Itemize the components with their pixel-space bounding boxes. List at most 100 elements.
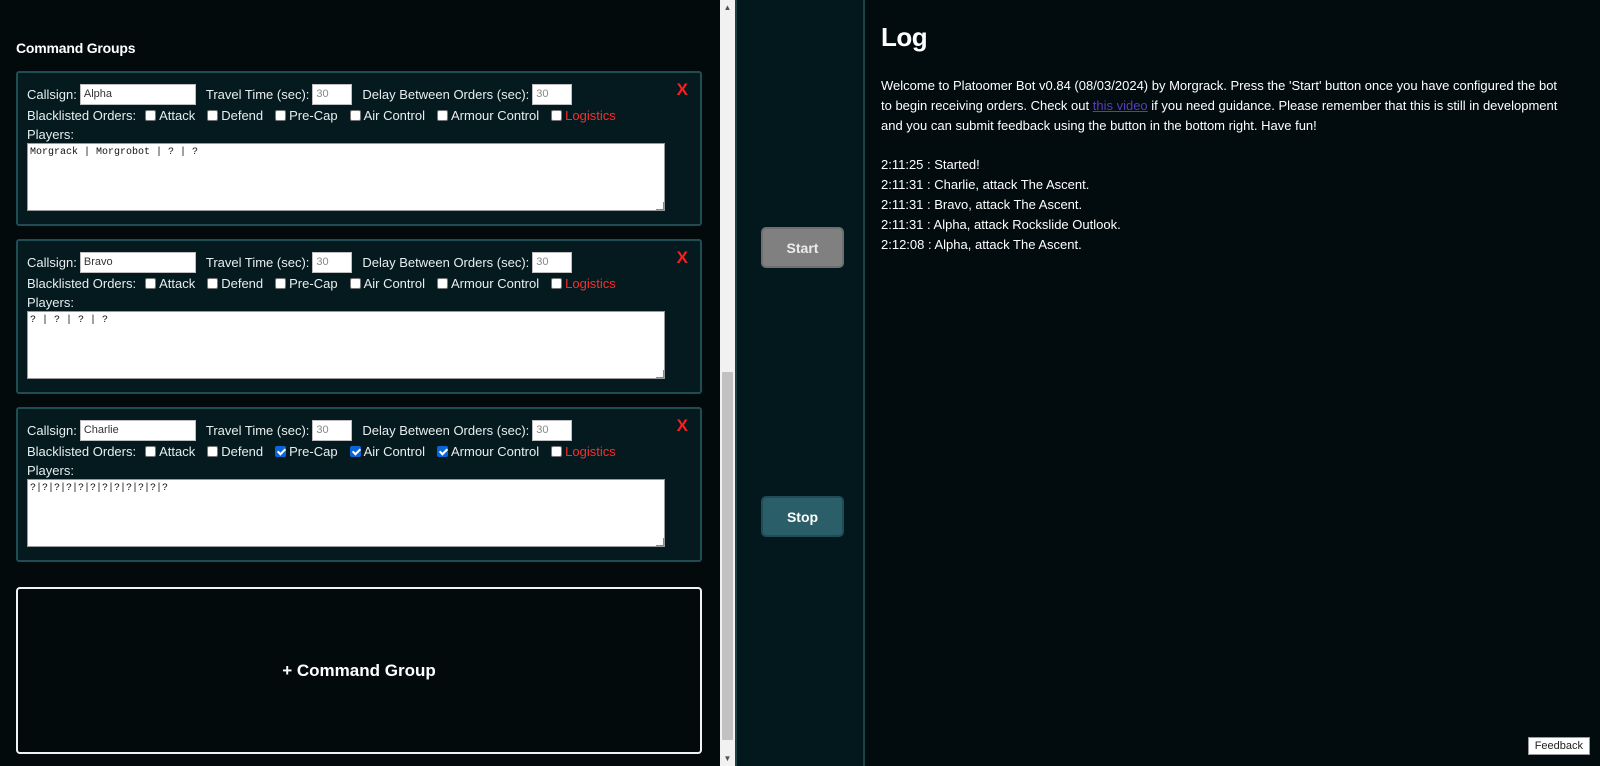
delay-label: Delay Between Orders (sec): — [362, 422, 530, 438]
blacklist-armour-control-label: Armour Control — [450, 275, 540, 291]
blacklist-attack-checkbox[interactable] — [145, 277, 157, 289]
blacklisted-orders-label: Blacklisted Orders: — [27, 107, 137, 123]
blacklist-logistics-checkbox[interactable] — [551, 277, 563, 289]
blacklist-attack[interactable]: Attack — [145, 108, 195, 123]
blacklist-logistics-checkbox[interactable] — [551, 445, 563, 457]
players-label: Players: — [27, 462, 74, 478]
blacklisted-orders-label: Blacklisted Orders: — [27, 443, 137, 459]
players-textarea[interactable]: ? | ? | ? | ? — [27, 311, 665, 379]
blacklist-attack[interactable]: Attack — [145, 276, 195, 291]
callsign-input[interactable]: Alpha — [79, 83, 196, 105]
travel-time-input[interactable]: 30 — [312, 251, 353, 273]
scroll-down-arrow-icon[interactable]: ▼ — [720, 751, 735, 766]
resize-grip-icon[interactable] — [656, 538, 664, 546]
blacklist-attack-label: Attack — [159, 275, 196, 291]
resize-grip-icon[interactable] — [656, 202, 664, 210]
blacklist-pre-cap-checkbox[interactable] — [275, 109, 287, 121]
section-title: Command Groups — [16, 40, 136, 56]
travel-time-input[interactable]: 30 — [312, 419, 353, 441]
blacklist-air-control[interactable]: Air Control — [349, 275, 425, 291]
remove-group-icon[interactable]: X — [677, 416, 688, 436]
delay-input[interactable]: 30 — [532, 419, 573, 441]
blacklist-air-control-label: Air Control — [363, 275, 425, 291]
blacklist-pre-cap-label: Pre-Cap — [289, 443, 338, 459]
blacklist-pre-cap[interactable]: Pre-Cap — [275, 275, 338, 291]
blacklist-logistics-checkbox[interactable] — [551, 109, 563, 121]
blacklist-pre-cap[interactable]: Pre-Cap — [275, 107, 338, 123]
callsign-input[interactable]: Charlie — [79, 419, 196, 441]
blacklist-air-control[interactable]: Air Control — [349, 443, 425, 459]
blacklist-pre-cap-label: Pre-Cap — [289, 275, 338, 291]
blacklist-air-control[interactable]: Air Control — [349, 108, 425, 123]
blacklist-attack-checkbox[interactable] — [145, 445, 157, 457]
blacklist-air-control-checkbox[interactable] — [349, 277, 361, 289]
blacklist-pre-cap-label: Pre-Cap — [289, 107, 338, 123]
log-title: Log — [881, 22, 928, 52]
log-entries: 2:11:25 : Started! 2:11:31 : Charlie, att… — [881, 155, 1121, 255]
blacklist-logistics[interactable]: Logistics — [551, 108, 616, 123]
blacklist-pre-cap-checkbox[interactable] — [275, 277, 287, 289]
blacklist-attack-label: Attack — [159, 107, 196, 123]
blacklist-armour-control[interactable]: Armour Control — [436, 444, 539, 459]
travel-time-label: Travel Time (sec): — [205, 422, 310, 438]
log-entry: 2:12:08 : Alpha, attack The Ascent. — [881, 237, 1082, 252]
travel-time-label: Travel Time (sec): — [205, 254, 310, 270]
players-textarea[interactable]: Morgrack | Morgrobot | ? | ? — [27, 143, 665, 211]
blacklist-attack-checkbox[interactable] — [145, 109, 157, 121]
players-label: Players: — [27, 126, 74, 142]
blacklist-armour-control[interactable]: Armour Control — [436, 275, 540, 291]
blacklist-defend-label: Defend — [221, 275, 264, 291]
log-entry: 2:11:31 : Alpha, attack Rockslide Outloo… — [881, 217, 1121, 232]
remove-group-icon[interactable]: X — [677, 248, 688, 268]
blacklist-defend-checkbox[interactable] — [207, 445, 219, 457]
feedback-button[interactable]: Feedback — [1527, 737, 1590, 755]
stop-button[interactable]: Stop — [761, 496, 844, 537]
players-textarea[interactable]: ?|?|?|?|?|?|?|?|?|?|?|? — [27, 479, 665, 547]
guidance-video-link[interactable]: this video — [1093, 98, 1148, 113]
blacklist-defend-label: Defend — [221, 107, 264, 123]
blacklist-attack-label: Attack — [159, 443, 196, 459]
blacklist-air-control-checkbox[interactable] — [349, 445, 361, 457]
add-command-group-button[interactable]: + Command Group — [16, 587, 702, 754]
blacklist-armour-control-checkbox[interactable] — [436, 109, 448, 121]
command-group-bravo: Callsign: Bravo Travel Time (sec): 30 Delay … — [16, 239, 702, 394]
delay-label: Delay Between Orders (sec): — [362, 86, 530, 102]
blacklist-defend[interactable]: Defend — [207, 276, 263, 291]
controls-panel: Start Stop — [735, 0, 865, 766]
resize-grip-icon[interactable] — [656, 370, 664, 378]
blacklist-logistics[interactable]: Logistics — [551, 276, 616, 291]
blacklist-air-control-label: Air Control — [363, 443, 425, 459]
blacklist-logistics-label: Logistics — [565, 443, 616, 459]
delay-input[interactable]: 30 — [532, 251, 573, 273]
callsign-input[interactable]: Bravo — [79, 251, 196, 273]
travel-time-input[interactable]: 30 — [312, 83, 353, 105]
callsign-label: Callsign: — [27, 254, 77, 270]
left-panel-scrollbar[interactable]: ▲ ▼ — [720, 0, 735, 766]
blacklist-armour-control-label: Armour Control — [450, 107, 540, 123]
blacklist-armour-control[interactable]: Armour Control — [436, 107, 540, 123]
travel-time-label: Travel Time (sec): — [205, 86, 310, 102]
blacklist-logistics[interactable]: Logistics — [551, 444, 616, 459]
callsign-label: Callsign: — [27, 86, 77, 102]
blacklist-armour-control-checkbox[interactable] — [436, 277, 448, 289]
blacklist-air-control-checkbox[interactable] — [349, 109, 361, 121]
scroll-thumb[interactable] — [722, 372, 733, 740]
log-entry: 2:11:31 : Bravo, attack The Ascent. — [881, 197, 1083, 212]
blacklist-pre-cap[interactable]: Pre-Cap — [275, 443, 338, 459]
blacklist-armour-control-checkbox[interactable] — [436, 445, 448, 457]
blacklist-attack[interactable]: Attack — [145, 444, 195, 459]
blacklist-defend-checkbox[interactable] — [207, 109, 219, 121]
delay-input[interactable]: 30 — [532, 83, 573, 105]
blacklisted-orders-label: Blacklisted Orders: — [27, 275, 137, 291]
welcome-message: Welcome to Platoomer Bot v0.84 (08/03/20… — [881, 76, 1571, 136]
blacklist-defend[interactable]: Defend — [207, 444, 263, 459]
start-button[interactable]: Start — [761, 227, 844, 268]
blacklist-defend-checkbox[interactable] — [207, 277, 219, 289]
blacklist-pre-cap-checkbox[interactable] — [275, 445, 287, 457]
command-group-alpha: Callsign: Alpha Travel Time (sec): 30 Delay … — [16, 71, 702, 226]
scroll-up-arrow-icon[interactable]: ▲ — [720, 0, 735, 15]
log-entry: 2:11:25 : Started! — [881, 157, 980, 172]
command-groups-panel: Command Groups Callsign: Alpha Travel Time… — [0, 0, 720, 766]
blacklist-defend[interactable]: Defend — [207, 108, 263, 123]
remove-group-icon[interactable]: X — [677, 80, 688, 100]
